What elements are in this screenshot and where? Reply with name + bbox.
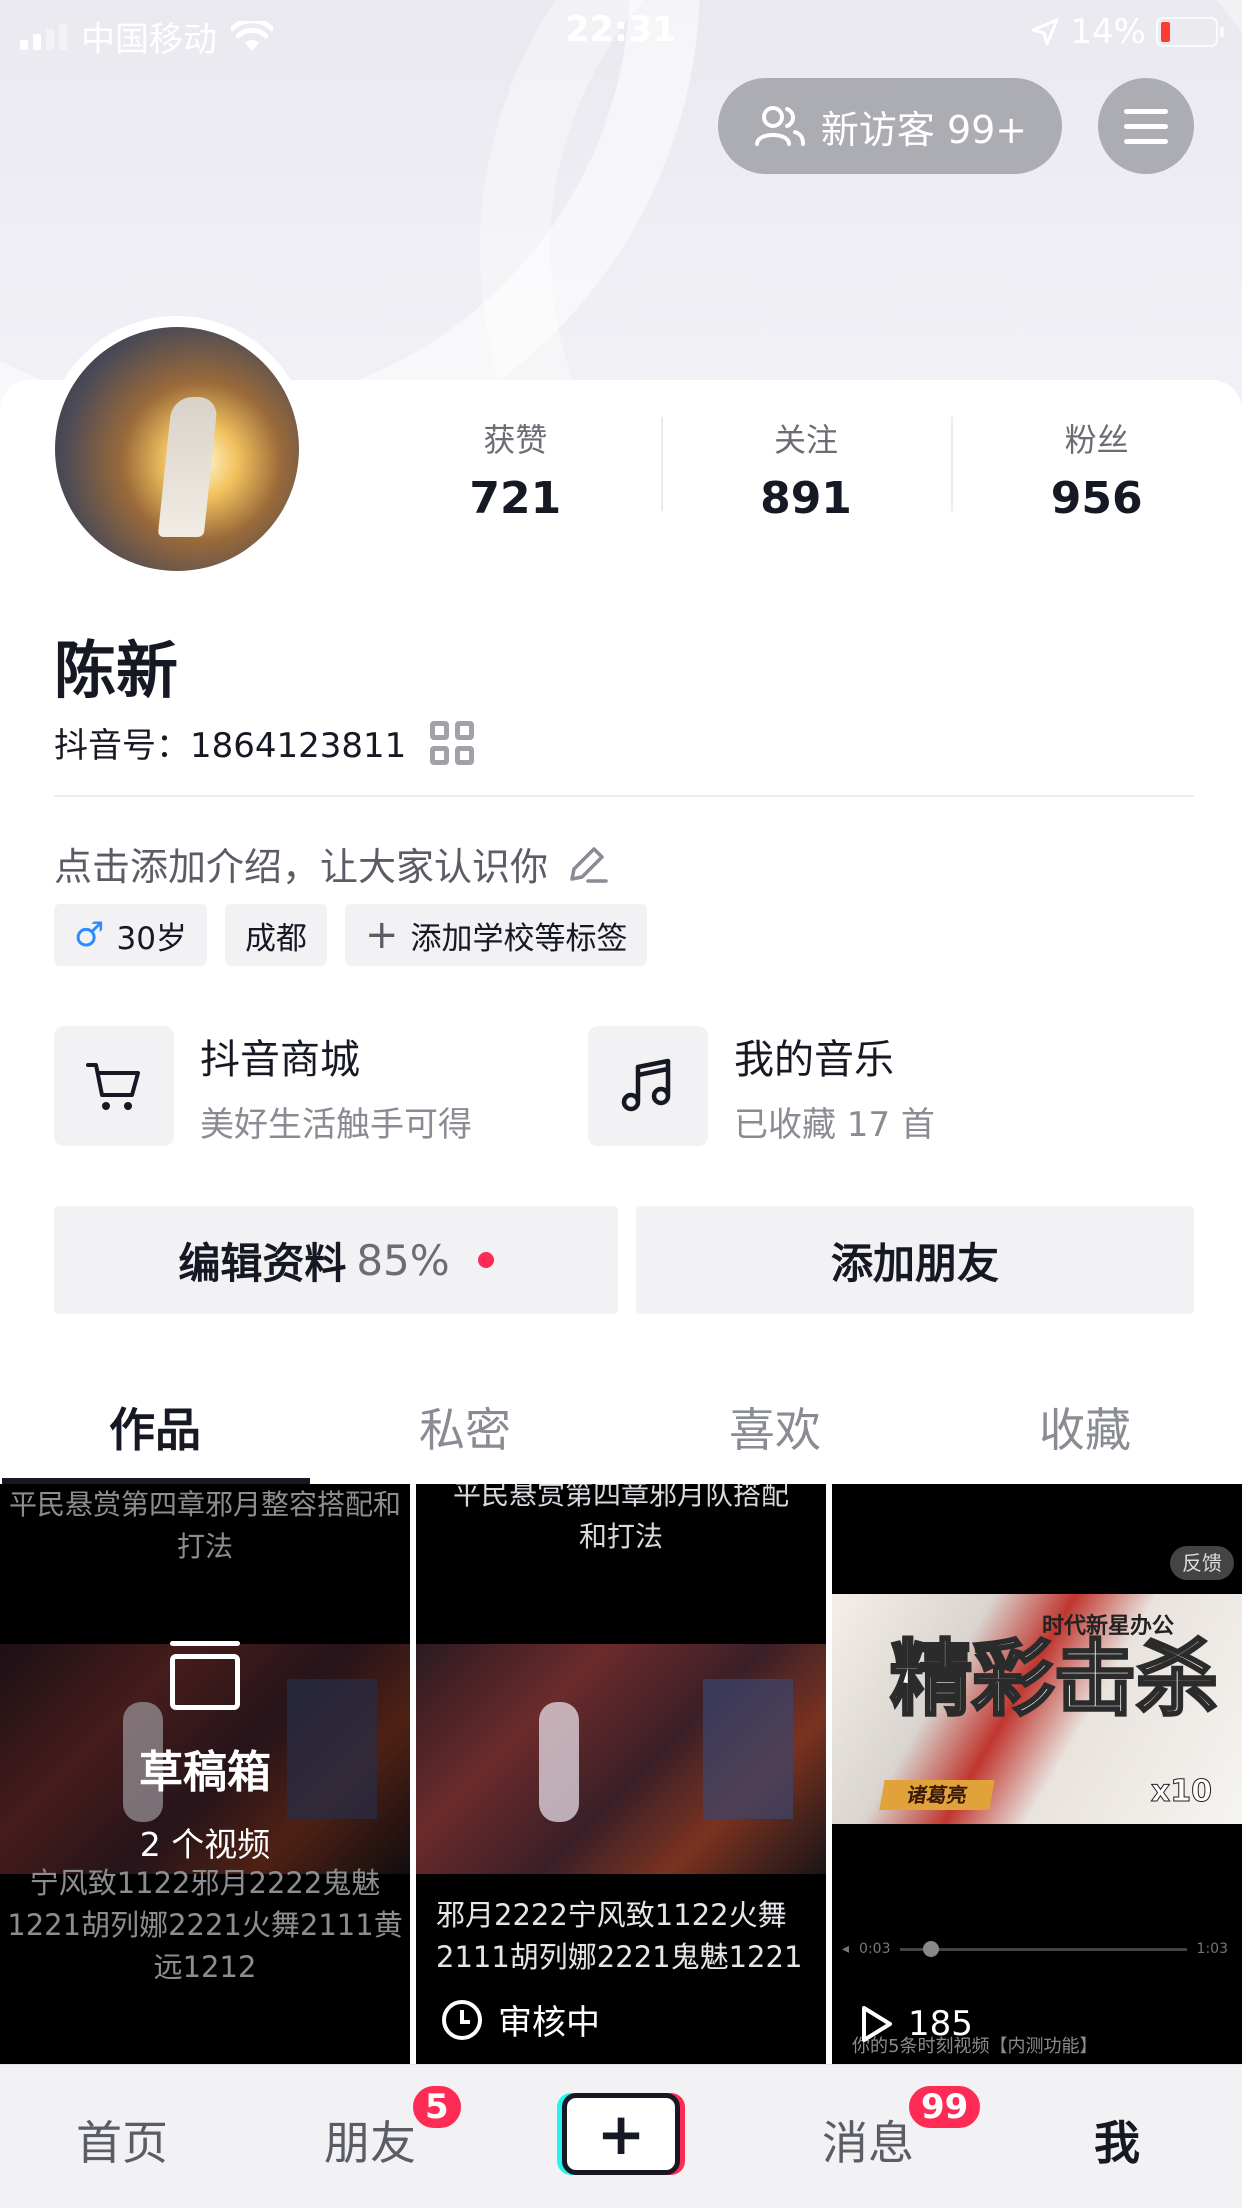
time-start: 0:03 [859,1941,891,1957]
divider [54,795,1194,797]
bio-placeholder: 点击添加介绍，让大家认识你 [54,845,549,889]
nav-messages[interactable]: 消息 [822,2107,914,2173]
video-thumbnail [416,1644,826,1874]
stat-label: 粉丝 [1064,421,1129,459]
stat-label: 关注 [774,421,839,459]
battery-percent: 14% [1070,12,1146,52]
tab-likes[interactable]: 喜欢 [620,1380,930,1484]
menu-button[interactable] [1098,78,1194,174]
new-visitors-button[interactable]: 新访客 99+ [718,78,1062,174]
add-tag-button[interactable]: + 添加学校等标签 [344,904,648,966]
friends-badge: 5 [410,2083,464,2131]
cart-icon [86,1063,140,1110]
play-count-value: 185 [908,2004,973,2044]
add-friend-label: 添加朋友 [830,1238,999,1288]
edit-profile-button[interactable]: 编辑资料 85% [54,1206,618,1314]
drafts-overlay: 草稿箱 2 个视频 [0,1641,410,1866]
stat-likes[interactable]: 获赞 721 [370,415,661,524]
shortcut-title: 抖音商城 [200,1036,360,1083]
stat-value: 721 [469,473,562,524]
stat-label: 获赞 [483,421,548,459]
hamburger-icon [1124,108,1168,114]
plus-icon: + [364,912,399,958]
play-count: 185 [858,2004,973,2044]
stat-value: 956 [1050,473,1143,524]
video-tile[interactable]: 反馈 时代新星办公 精彩击杀 x10 诸葛亮 ◂ 0:03 1:03 你的5条时… [832,1484,1242,2064]
video-caption-bottom: 邪月2222宁风致1122火舞2111胡列娜2221鬼魅1221 [436,1898,803,1974]
bottom-nav: 首页 朋友 5 + 消息 99 我 [0,2064,1242,2208]
profile-name: 陈新 [54,634,179,707]
speaker-icon: ◂ [842,1941,850,1957]
music-note-icon [621,1058,671,1112]
video-tile[interactable]: 平民悬赏第四章邪月队搭配和打法 邪月2222宁风致1122火舞2111胡列娜22… [416,1484,826,2064]
city-tag[interactable]: 成都 [224,904,327,966]
people-icon [754,106,805,146]
profile-screen: 中国移动 22:31 14% 新访客 99+ 获赞 721 关注 891 粉丝 … [0,0,1242,2208]
age-label: 30岁 [116,920,187,957]
review-label: 审核中 [498,2003,600,2043]
shortcut-text: 我的音乐 已收藏 17 首 [734,1027,935,1146]
douyin-id-row[interactable]: 抖音号：1864123811 [54,718,475,767]
video-progress: ◂ 0:03 1:03 [842,1934,1228,1964]
cart-icon-wrap [54,1026,174,1146]
video-caption-top: 平民悬赏第四章邪月队搭配和打法 [452,1484,789,1553]
shortcut-subtitle: 已收藏 17 首 [734,1104,935,1145]
profile-tags: ♂ 30岁 成都 + 添加学校等标签 [54,904,648,966]
add-friend-button[interactable]: 添加朋友 [636,1206,1194,1314]
time-end: 1:03 [1196,1941,1228,1957]
tab-works[interactable]: 作品 [0,1380,310,1484]
shortcut-subtitle: 美好生活触手可得 [200,1104,472,1145]
play-icon [862,2006,892,2042]
tab-favorites[interactable]: 收藏 [930,1380,1240,1484]
new-visitors-label: 新访客 99+ [820,107,1028,152]
location-arrow-icon [1031,18,1059,46]
banner-decor [480,0,1242,420]
nav-friends[interactable]: 朋友 [324,2107,416,2173]
music-shortcut[interactable]: 我的音乐 已收藏 17 首 [588,1026,935,1146]
notification-dot [477,1252,494,1268]
music-icon-wrap [588,1026,708,1146]
qr-code-icon[interactable] [430,720,475,765]
profile-stats: 获赞 721 关注 891 粉丝 956 [370,415,1242,524]
avatar-image [55,327,299,571]
nav-me[interactable]: 我 [1094,2107,1140,2173]
promo-multiplier: x10 [1150,1774,1212,1810]
drafts-tile[interactable]: 平民悬赏第四章邪月整容搭配和打法 宁风致1122邪月2222鬼魅1221胡列娜2… [0,1484,410,2064]
feedback-button[interactable]: 反馈 [1170,1546,1234,1580]
messages-badge: 99 [906,2083,984,2131]
stat-value: 891 [760,473,852,524]
stat-followers[interactable]: 粉丝 956 [951,415,1242,524]
review-status: 审核中 [442,1995,600,2044]
drafts-title: 草稿箱 [139,1747,271,1798]
status-right: 14% [1030,12,1224,52]
add-tag-label: 添加学校等标签 [410,920,628,957]
edit-profile-progress: 85% [356,1235,450,1285]
shortcut-title: 我的音乐 [734,1036,894,1083]
tab-private[interactable]: 私密 [310,1380,620,1484]
video-grid: 平民悬赏第四章邪月整容搭配和打法 宁风致1122邪月2222鬼魅1221胡列娜2… [0,1484,1242,2064]
city-label: 成都 [244,920,307,957]
create-button[interactable]: + [562,2093,680,2175]
age-tag[interactable]: ♂ 30岁 [54,904,207,966]
bio-row[interactable]: 点击添加介绍，让大家认识你 [54,836,610,891]
drafts-count: 2 个视频 [139,1825,271,1864]
edit-profile-label: 编辑资料 [178,1238,347,1288]
status-bar: 中国移动 22:31 14% [0,0,1242,62]
stat-following[interactable]: 关注 891 [660,415,952,524]
shop-shortcut[interactable]: 抖音商城 美好生活触手可得 [54,1026,472,1146]
nav-home[interactable]: 首页 [76,2107,168,2173]
douyin-id: 抖音号：1864123811 [54,726,407,766]
progress-track [900,1940,1187,1957]
hero-name: 诸葛亮 [879,1780,995,1810]
shortcut-text: 抖音商城 美好生活触手可得 [200,1027,472,1146]
promo-title: 精彩击杀 [888,1632,1219,1727]
drafts-box-icon [170,1641,240,1710]
avatar[interactable] [44,316,310,582]
male-icon: ♂ [74,915,105,955]
content-tabs: 作品 私密 喜欢 收藏 [0,1380,1242,1484]
battery-icon [1156,17,1224,47]
clock-icon [442,1999,482,2040]
video-thumbnail: 时代新星办公 精彩击杀 x10 诸葛亮 [832,1594,1242,1824]
edit-pencil-icon [570,846,608,883]
